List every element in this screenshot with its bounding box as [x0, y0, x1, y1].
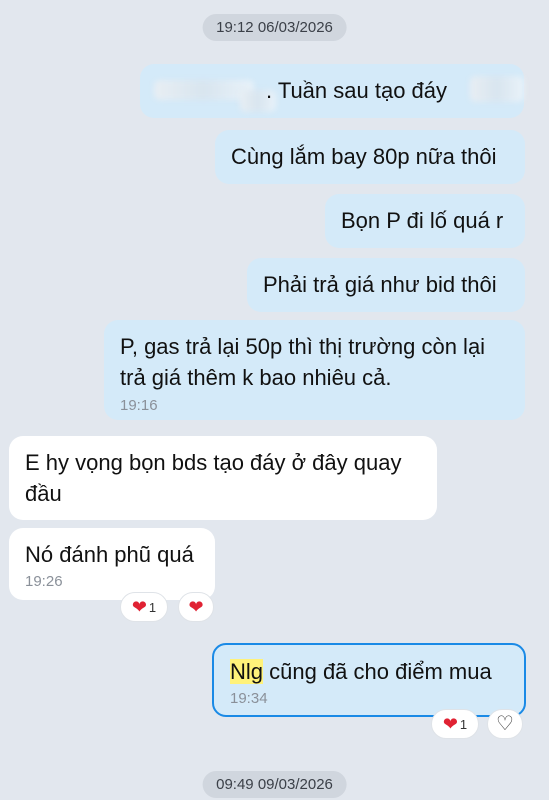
message-text: Cùng lắm bay 80p nữa thôi [231, 144, 497, 169]
heart-reaction-icon: ❤ [131, 597, 147, 617]
message-bubble-outgoing[interactable]: Phải trả giá như bid thôi [247, 258, 525, 312]
add-heart-reaction-icon: ❤ [188, 597, 204, 617]
add-reaction-button[interactable]: ❤ [178, 592, 214, 622]
message-text-line: P, gas trả lại 50p thì thị trường còn lạ… [120, 334, 486, 359]
message-bubble-incoming[interactable]: E hy vọng bọn bds tạo đáy ở đây quay đầu [9, 436, 437, 520]
reaction-count: 1 [148, 599, 157, 615]
message-bubble-incoming[interactable]: Nó đánh phũ quá 19:26 [9, 528, 215, 600]
message-text: Nó đánh phũ quá [25, 542, 194, 567]
highlighted-keyword: Nlg [230, 659, 264, 684]
message-time: 19:34 [230, 690, 268, 707]
add-reaction-button[interactable]: ♡ [487, 709, 523, 739]
message-time: 19:16 [120, 397, 158, 414]
message-time: 19:26 [25, 573, 63, 590]
date-separator: 19:12 06/03/2026 [202, 14, 347, 41]
message-text-line: đầu [25, 481, 62, 506]
reaction-count: 1 [459, 716, 468, 732]
message-text-line: trả giá thêm k bao nhiêu cả. [120, 365, 392, 390]
message-bubble-outgoing[interactable]: P, gas trả lại 50p thì thị trường còn lạ… [104, 320, 525, 420]
message-text: cũng đã cho điểm mua [263, 659, 492, 684]
message-text: Phải trả giá như bid thôi [263, 272, 497, 297]
message-text-line: E hy vọng bọn bds tạo đáy ở đây quay [25, 450, 402, 475]
message-bubble-outgoing-selected[interactable]: Nlg cũng đã cho điểm mua 19:34 [212, 643, 526, 717]
redacted-blur [470, 76, 524, 102]
reaction-count-badge[interactable]: ❤ 1 [120, 592, 168, 622]
message-bubble-outgoing[interactable]: Bọn P đi lố quá r [325, 194, 525, 248]
redacted-blur [154, 80, 254, 100]
message-text: Bọn P đi lố quá r [341, 208, 504, 233]
message-bubble-outgoing[interactable]: Cùng lắm bay 80p nữa thôi [215, 130, 525, 184]
heart-reaction-icon: ❤ [442, 714, 458, 734]
heart-outline-icon: ♡ [496, 713, 514, 735]
reaction-count-badge[interactable]: ❤ 1 [431, 709, 479, 739]
message-text: . Tuần sau tạo đáy [266, 78, 448, 103]
message-bubble-outgoing[interactable]: . Tuần sau tạo đáy [140, 64, 524, 118]
date-separator: 09:49 09/03/2026 [202, 771, 347, 798]
